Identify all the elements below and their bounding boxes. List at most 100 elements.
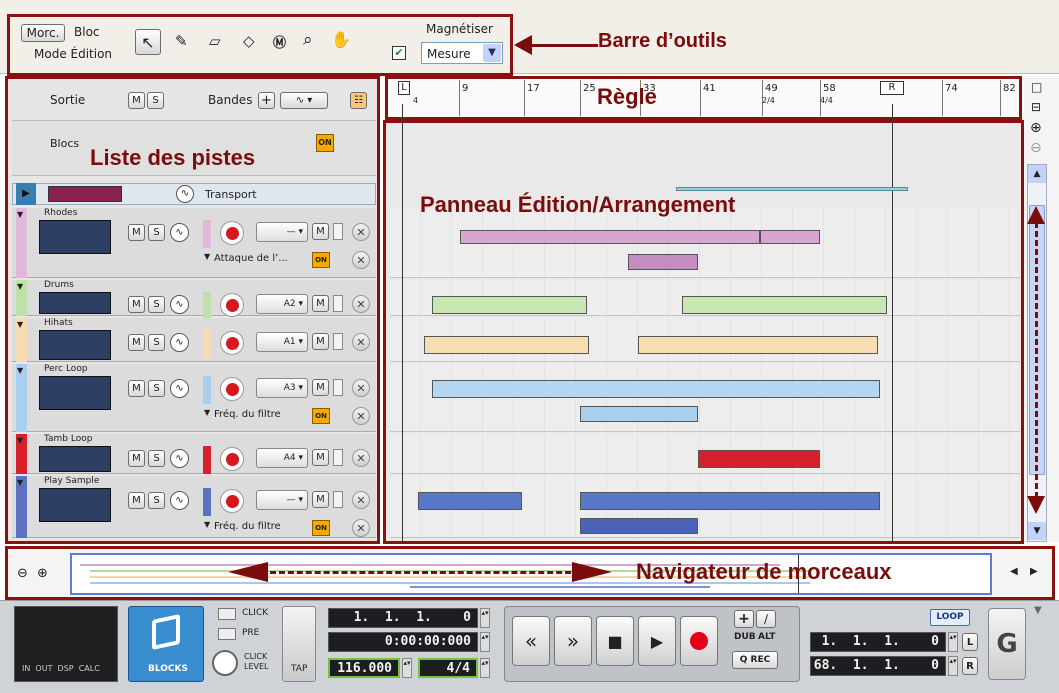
- hand-tool-icon[interactable]: ✋: [331, 30, 351, 49]
- track-solo-button[interactable]: S: [148, 296, 165, 313]
- track-lock-toggle[interactable]: [333, 491, 343, 508]
- snap-checkbox[interactable]: ✔: [392, 46, 406, 60]
- time-display[interactable]: 0:00:00:000: [328, 632, 478, 652]
- zoom-out-icon[interactable]: ⊖: [1030, 140, 1042, 156]
- track-mute-button[interactable]: M: [128, 296, 145, 313]
- loop-right-spinner[interactable]: ▴▾: [948, 656, 958, 676]
- track-lock-toggle[interactable]: [333, 223, 343, 240]
- track-row[interactable]: ▼ Hihats M S ∿ A1 ▾ M ✕: [12, 318, 376, 362]
- lane-on-button[interactable]: ON: [312, 252, 330, 268]
- position-spinner[interactable]: ▴▾: [480, 608, 490, 628]
- clip[interactable]: [580, 518, 698, 534]
- clip[interactable]: [432, 380, 880, 398]
- mode-bloc-button[interactable]: Bloc: [74, 25, 100, 39]
- clip[interactable]: [628, 254, 698, 270]
- razor-tool-icon[interactable]: ◇: [243, 32, 255, 50]
- track-input-select[interactable]: A2 ▾: [256, 294, 308, 314]
- scroll-up-icon[interactable]: ▲: [1028, 165, 1046, 183]
- loop-left-spinner[interactable]: ▴▾: [948, 632, 958, 652]
- snap-select[interactable]: Mesure ▼: [421, 42, 503, 64]
- track-delete-icon[interactable]: ✕: [352, 379, 370, 397]
- grid-lane-icon[interactable]: ☷: [350, 92, 367, 109]
- pencil-tool-icon[interactable]: ✎: [175, 32, 188, 50]
- click-level-knob[interactable]: [212, 650, 238, 676]
- track-delete-icon[interactable]: ✕: [352, 223, 370, 241]
- scroll-down-icon[interactable]: ▼: [1028, 522, 1046, 540]
- track-row[interactable]: ▼ Play Sample M S ∿ — ▾ M ✕ ▼ Fréq. du f…: [12, 476, 376, 538]
- loop-right-button[interactable]: R: [962, 657, 978, 675]
- track-monitor-button[interactable]: M: [312, 223, 329, 240]
- dub-plus-button[interactable]: +: [734, 610, 754, 628]
- track-mute-button[interactable]: M: [128, 334, 145, 351]
- tempo-display[interactable]: 116.000: [328, 658, 400, 678]
- track-monitor-button[interactable]: M: [312, 491, 329, 508]
- left-locator-marker[interactable]: L: [398, 81, 410, 95]
- track-mute-button[interactable]: M: [128, 224, 145, 241]
- track-solo-button[interactable]: S: [148, 380, 165, 397]
- track-automation-icon[interactable]: ∿: [170, 379, 189, 398]
- track-mute-button[interactable]: M: [128, 492, 145, 509]
- master-solo-button[interactable]: S: [147, 92, 164, 109]
- track-expand-icon[interactable]: ▼: [17, 210, 23, 219]
- track-expand-icon[interactable]: ▼: [17, 478, 23, 487]
- clip[interactable]: [580, 492, 880, 510]
- time-spinner[interactable]: ▴▾: [480, 632, 490, 652]
- add-lane-button[interactable]: +: [258, 92, 275, 109]
- zoom-in-icon[interactable]: ⊕: [1030, 120, 1042, 136]
- lane-delete-icon[interactable]: ✕: [352, 407, 370, 425]
- track-solo-button[interactable]: S: [148, 334, 165, 351]
- track-lock-toggle[interactable]: [333, 379, 343, 396]
- signature-spinner[interactable]: ▴▾: [480, 658, 490, 678]
- lane-delete-icon[interactable]: ✕: [352, 251, 370, 269]
- nav-zoom-out-icon[interactable]: ⊖: [17, 566, 28, 581]
- stop-button[interactable]: ■: [596, 616, 634, 666]
- arrow-tool-icon[interactable]: ↖: [135, 29, 161, 55]
- lane-expand-icon[interactable]: ▼: [204, 252, 210, 261]
- clip[interactable]: [638, 336, 878, 354]
- nav-zoom-in-icon[interactable]: ⊕: [37, 566, 48, 581]
- clip[interactable]: [432, 296, 587, 314]
- track-expand-icon[interactable]: ▼: [17, 282, 23, 291]
- track-monitor-button[interactable]: M: [312, 295, 329, 312]
- track-monitor-button[interactable]: M: [312, 379, 329, 396]
- lane-expand-icon[interactable]: ▼: [204, 520, 210, 529]
- edit-lane[interactable]: [390, 364, 1020, 432]
- nav-left-icon[interactable]: ◀: [1010, 566, 1018, 577]
- play-button[interactable]: ▶: [638, 616, 676, 666]
- clip[interactable]: [580, 406, 698, 422]
- track-automation-icon[interactable]: ∿: [170, 333, 189, 352]
- track-expand-icon[interactable]: ▼: [17, 436, 23, 445]
- track-row[interactable]: ▼ Rhodes M S ∿ — ▾ M ✕ ▼ Attaque de l’..…: [12, 208, 376, 278]
- eraser-tool-icon[interactable]: ▱: [209, 32, 221, 50]
- lane-expand-icon[interactable]: ▼: [204, 408, 210, 417]
- track-row[interactable]: ▼ Perc Loop M S ∿ A3 ▾ M ✕ ▼ Fréq. du fi…: [12, 364, 376, 432]
- track-input-select[interactable]: A3 ▾: [256, 378, 308, 398]
- fast-forward-button[interactable]: »: [554, 616, 592, 666]
- nav-right-icon[interactable]: ▶: [1030, 566, 1038, 577]
- clip[interactable]: [682, 296, 887, 314]
- clip[interactable]: [424, 336, 589, 354]
- track-row[interactable]: ▼ Tamb Loop M S ∿ A4 ▾ M ✕: [12, 434, 376, 474]
- track-input-select[interactable]: A4 ▾: [256, 448, 308, 468]
- track-input-select[interactable]: A1 ▾: [256, 332, 308, 352]
- track-record-button[interactable]: [220, 447, 244, 471]
- pre-toggle[interactable]: [218, 628, 236, 640]
- lane-type-select[interactable]: ∿ ▾: [280, 92, 328, 109]
- lanes-icon[interactable]: ⊟: [1031, 100, 1041, 114]
- track-record-button[interactable]: [220, 331, 244, 355]
- master-mute-button[interactable]: M: [128, 92, 145, 109]
- loop-button[interactable]: LOOP: [930, 609, 970, 626]
- track-solo-button[interactable]: S: [148, 450, 165, 467]
- rewind-button[interactable]: «: [512, 616, 550, 666]
- mode-morceau-button[interactable]: Morc.: [21, 24, 65, 42]
- clip[interactable]: [760, 230, 820, 244]
- track-automation-icon[interactable]: ∿: [170, 449, 189, 468]
- panel-menu-icon[interactable]: ▼: [1034, 605, 1042, 616]
- track-automation-icon[interactable]: ∿: [170, 491, 189, 510]
- clip[interactable]: [698, 450, 820, 468]
- track-record-button[interactable]: [220, 489, 244, 513]
- track-lock-toggle[interactable]: [333, 449, 343, 466]
- track-automation-icon[interactable]: ∿: [170, 223, 189, 242]
- signature-display[interactable]: 4/4: [418, 658, 478, 678]
- click-toggle[interactable]: [218, 608, 236, 620]
